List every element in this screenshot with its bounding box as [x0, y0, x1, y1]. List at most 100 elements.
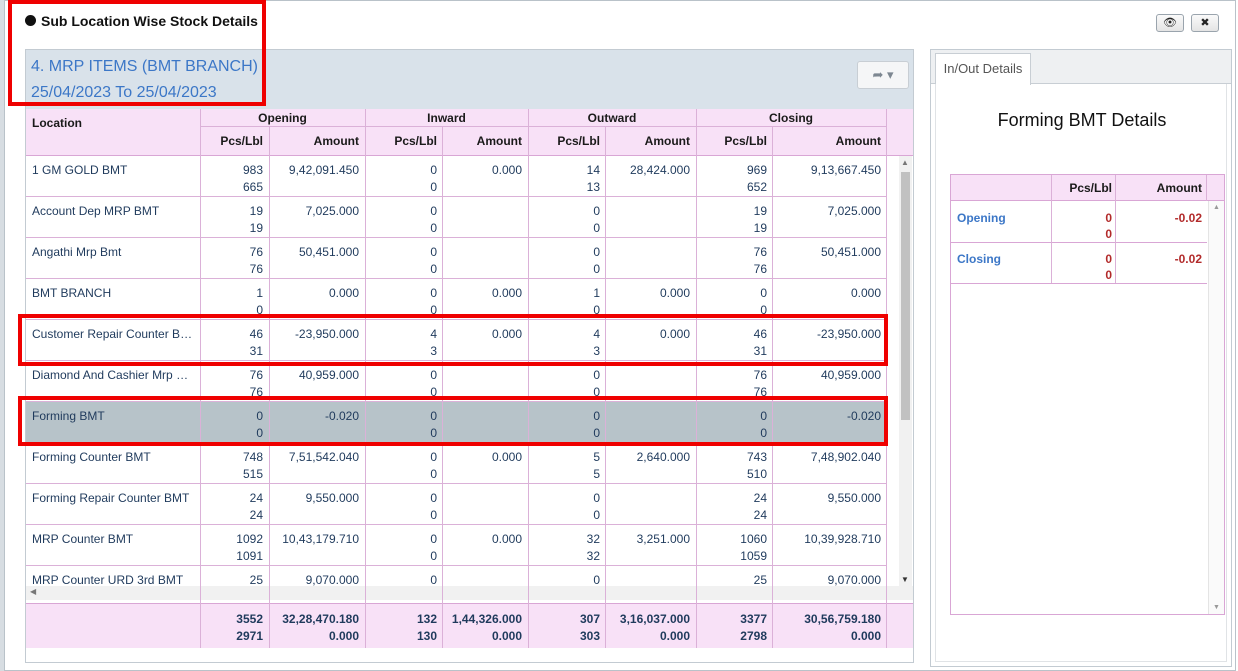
- details-grid: Pcs/Lbl Amount Opening 0 0 -0.02 Closing 0 0 -0…: [950, 174, 1225, 615]
- details-row[interactable]: Closing 0 0 -0.02: [951, 243, 1207, 284]
- out-lbl-value: 0: [593, 385, 600, 399]
- cl-amt-value: -0.020: [846, 409, 881, 423]
- op-amt-cell: 40,959.000: [270, 367, 359, 384]
- scroll-down-icon[interactable]: ▼: [1213, 604, 1220, 611]
- table-row[interactable]: MRP Counter URD 3rd BMT 25 9,070.000 0 0 25 9,…: [26, 566, 886, 586]
- details-col-amount[interactable]: Amount: [1116, 181, 1202, 195]
- out-amt-cell: 0.000: [606, 326, 690, 343]
- details-col-pcs[interactable]: Pcs/Lbl: [1052, 181, 1112, 195]
- scroll-up-icon[interactable]: ▲: [1213, 204, 1220, 211]
- cl-pcs-cell: 743 510: [696, 449, 767, 483]
- col-outward-amount[interactable]: Amount: [606, 134, 690, 148]
- table-row[interactable]: Angathi Mrp Bmt 76 76 50,451.000 0 0 0 0 76 76 50,…: [26, 238, 886, 279]
- grid-vertical-scrollbar[interactable]: ▲ ▼: [899, 156, 912, 586]
- cl-amt-value: -23,950.000: [816, 327, 881, 341]
- out-amt-cell: [606, 203, 690, 220]
- op-amt-value: 0.000: [328, 286, 359, 300]
- scroll-left-icon[interactable]: ◀: [30, 587, 36, 596]
- op-amt-value: -23,950.000: [294, 327, 359, 341]
- in-amt-value: [443, 367, 522, 384]
- details-pcs-value: 0: [1105, 252, 1112, 266]
- in-amt-value: [443, 244, 522, 261]
- cl-pcs-cell: 76 76: [696, 367, 767, 401]
- table-row[interactable]: Customer Repair Counter BMT 46 31 -23,950.0…: [26, 320, 886, 361]
- table-row[interactable]: Forming Counter BMT 748 515 7,51,542.040 0 0 0…: [26, 443, 886, 484]
- grid-totals: 3552 2971 32,28,470.180 0.000 132 130 1,…: [26, 603, 913, 648]
- table-row[interactable]: Account Dep MRP BMT 19 19 7,025.000 0 0 0 0 19 19…: [26, 197, 886, 238]
- scroll-thumb[interactable]: [901, 172, 910, 420]
- col-opening-pcs[interactable]: Pcs/Lbl: [200, 134, 263, 148]
- col-opening-amount[interactable]: Amount: [270, 134, 359, 148]
- total-outward-lbl: 303: [579, 629, 600, 643]
- op-amt-value: 10,43,179.710: [282, 532, 359, 546]
- eye-slash-icon: 👁: [1163, 17, 1177, 29]
- location-cell: BMT BRANCH: [32, 286, 112, 300]
- op-amt-cell: -0.020: [270, 408, 359, 425]
- scroll-down-icon[interactable]: ▼: [901, 575, 909, 584]
- location-cell: Forming Repair Counter BMT: [32, 491, 190, 505]
- col-group-inward: Inward: [427, 111, 466, 125]
- tab-in-out-details[interactable]: In/Out Details: [935, 53, 1031, 85]
- details-row-label: Opening: [957, 211, 1006, 225]
- cl-pcs-cell: 1060 1059: [696, 531, 767, 565]
- op-pcs-value: 25: [249, 573, 263, 586]
- cl-pcs-value: 76: [753, 245, 767, 259]
- in-amt-value: [443, 572, 522, 586]
- view-toggle-button[interactable]: 👁: [1156, 14, 1184, 32]
- table-row[interactable]: 1 GM GOLD BMT 983 665 9,42,091.450 0 0 0.000 14…: [26, 156, 886, 197]
- cl-amt-value: 7,025.000: [827, 204, 881, 218]
- out-pcs-cell: 55: [528, 449, 600, 483]
- in-amt-value: [443, 203, 522, 220]
- out-amt-value: 0.000: [659, 327, 690, 341]
- table-row[interactable]: Forming BMT 0 0 -0.020 0 0 0 0 0 0 -0.020: [26, 402, 886, 443]
- cl-pcs-cell: 00: [696, 285, 767, 319]
- cl-pcs-cell: 46 31: [696, 326, 767, 360]
- out-pcs-cell: 00: [528, 408, 600, 442]
- in-amt-cell: 0.000: [443, 285, 522, 302]
- grid-header: Location Opening Inward Outward Closing …: [26, 109, 913, 156]
- in-pcs-value: 0: [430, 573, 437, 586]
- table-row[interactable]: Forming Repair Counter BMT 24 24 9,550.000 0…: [26, 484, 886, 525]
- table-row[interactable]: BMT BRANCH 1 0 0.000 0 0 0.000 1 0 0.000 0 0 0.000: [26, 279, 886, 320]
- table-row[interactable]: Diamond And Cashier Mrp BMT 76 76 40,959.00…: [26, 361, 886, 402]
- cl-amt-cell: 40,959.000: [773, 367, 881, 384]
- stock-details-dialog: Sub Location Wise Stock Details 👁 ✖ 4. M…: [4, 0, 1236, 671]
- scroll-up-icon[interactable]: ▲: [901, 158, 909, 167]
- op-pcs-value: 76: [249, 368, 263, 382]
- stock-grid-panel: 4. MRP ITEMS (BMT BRANCH) 25/04/2023 To …: [25, 49, 914, 663]
- col-closing-pcs[interactable]: Pcs/Lbl: [696, 134, 767, 148]
- op-lbl-value: 19: [249, 221, 263, 235]
- col-inward-pcs[interactable]: Pcs/Lbl: [365, 134, 437, 148]
- details-scrollbar[interactable]: ▲ ▼: [1208, 201, 1224, 614]
- op-lbl-value: 76: [249, 262, 263, 276]
- cl-lbl-value: 0: [760, 303, 767, 317]
- col-outward-pcs[interactable]: Pcs/Lbl: [528, 134, 600, 148]
- share-button[interactable]: ➦ ▾: [857, 61, 909, 89]
- table-row[interactable]: MRP Counter BMT 1092 1091 10,43,179.710 0 0 0.…: [26, 525, 886, 566]
- op-pcs-cell: 10: [200, 285, 263, 319]
- out-amt-cell: [606, 367, 690, 384]
- in-lbl-value: 0: [430, 508, 437, 522]
- col-inward-amount[interactable]: Amount: [443, 134, 522, 148]
- in-amt-cell: [443, 244, 522, 261]
- close-button[interactable]: ✖: [1191, 14, 1219, 32]
- details-row[interactable]: Opening 0 0 -0.02: [951, 202, 1207, 243]
- cl-pcs-value: 76: [753, 368, 767, 382]
- cl-pcs-value: 46: [753, 327, 767, 341]
- out-pcs-value: 0: [593, 368, 600, 382]
- in-pcs-cell: 00: [365, 449, 437, 483]
- in-amt-cell: 0.000: [443, 449, 522, 466]
- dialog-title-bar: Sub Location Wise Stock Details 👁 ✖: [5, 1, 1235, 45]
- cl-amt-value: 50,451.000: [820, 245, 881, 259]
- grid-horizontal-scrollbar[interactable]: ◀: [26, 586, 913, 600]
- out-lbl-value: 0: [593, 221, 600, 235]
- op-pcs-value: 1: [256, 286, 263, 300]
- total-opening-amount: 32,28,470.180: [282, 612, 359, 626]
- in-pcs-value: 0: [430, 532, 437, 546]
- col-closing-amount[interactable]: Amount: [773, 134, 881, 148]
- cl-amt-value: 9,070.000: [827, 573, 881, 586]
- out-pcs-value: 32: [586, 532, 600, 546]
- location-cell: Customer Repair Counter BMT: [32, 327, 194, 341]
- in-pcs-value: 0: [430, 409, 437, 423]
- col-location[interactable]: Location: [32, 116, 82, 130]
